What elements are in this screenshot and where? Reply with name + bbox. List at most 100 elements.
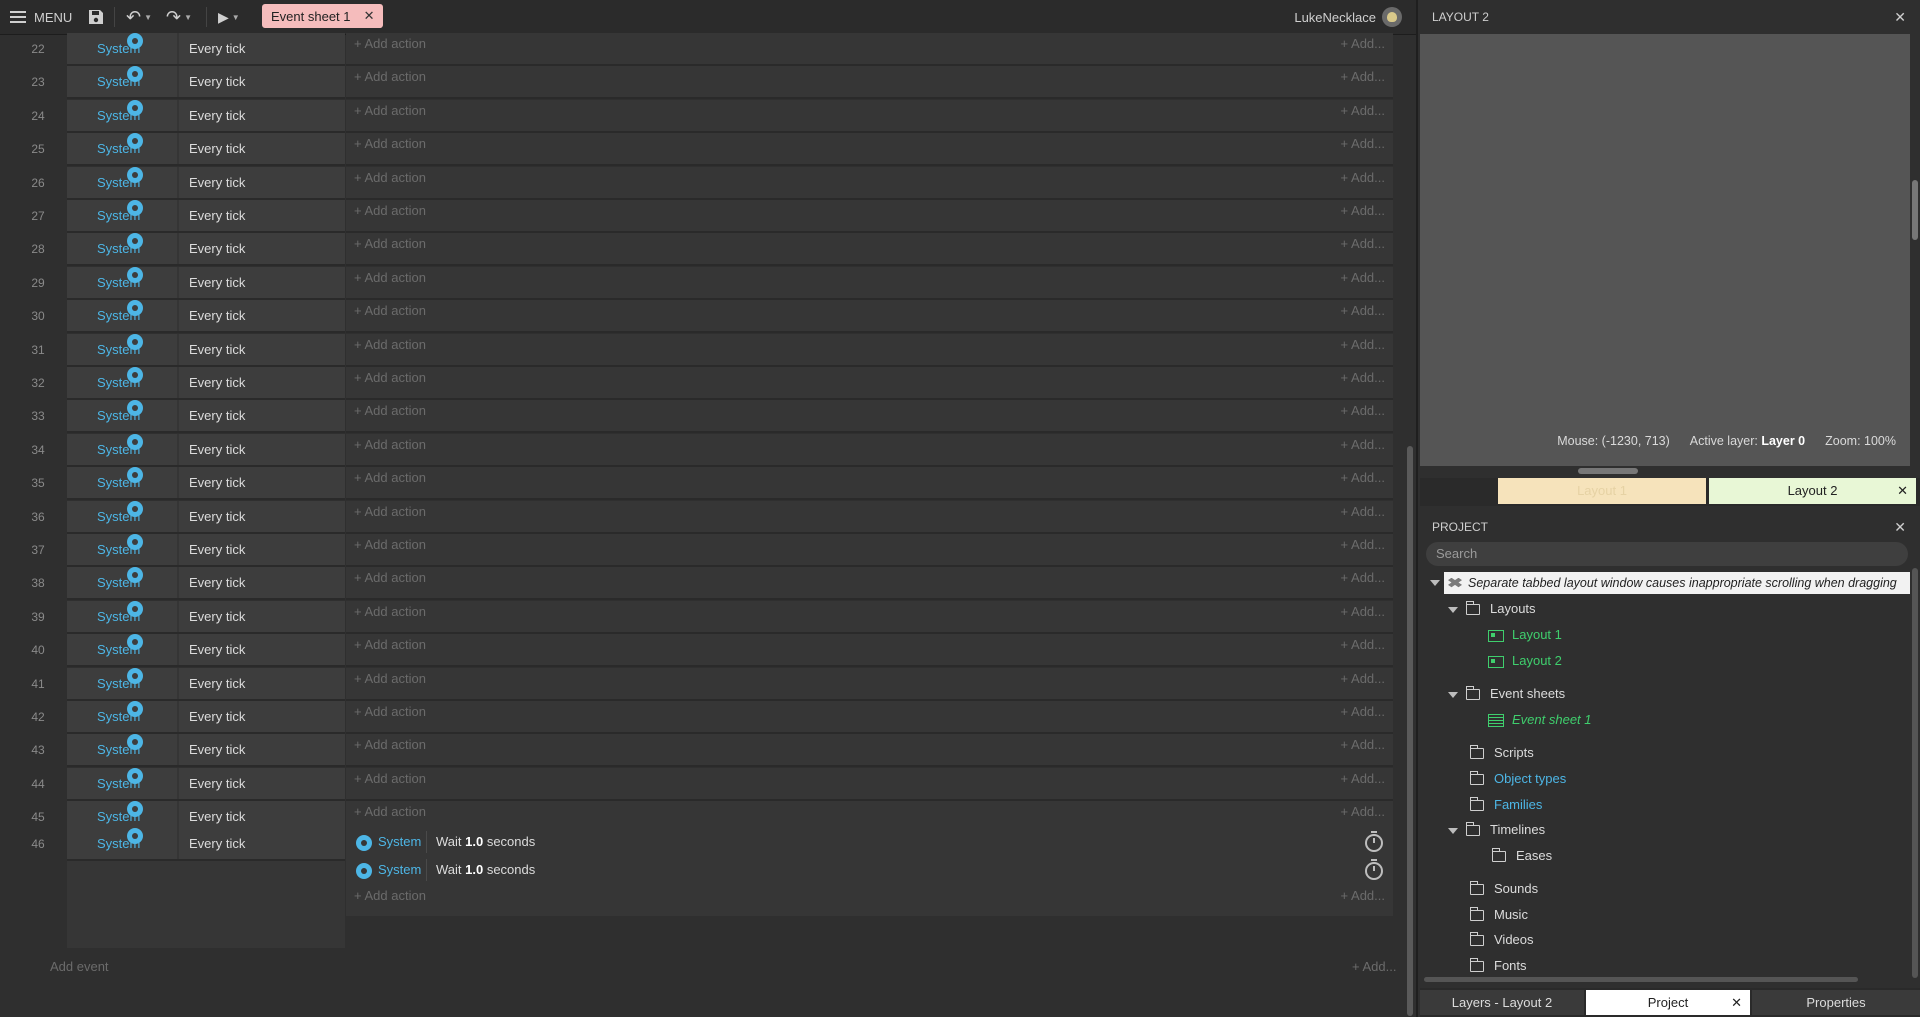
add-action-link[interactable]: + Add action: [354, 66, 426, 88]
event-row[interactable]: 35 System Every tick + Add action + Add...: [0, 467, 1395, 501]
event-row[interactable]: 41 System Every tick + Add action + Add...: [0, 667, 1395, 701]
condition[interactable]: System Every tick: [67, 233, 345, 267]
condition-text[interactable]: Every tick: [189, 501, 245, 532]
preview-dropdown-icon[interactable]: ▼: [232, 13, 240, 22]
add-action-link[interactable]: + Add action: [354, 200, 426, 222]
folder-videos[interactable]: Videos: [1469, 929, 1534, 951]
add-more-link[interactable]: + Add...: [1341, 66, 1385, 88]
add-more-link[interactable]: + Add...: [1341, 367, 1385, 389]
actions-area[interactable]: + Add action + Add...: [346, 534, 1393, 567]
add-action-link[interactable]: + Add action: [354, 768, 426, 790]
actions-area[interactable]: + Add action + Add...: [346, 66, 1393, 100]
add-more-link[interactable]: + Add...: [1341, 884, 1385, 908]
condition[interactable]: System Every tick: [67, 33, 345, 66]
add-action-link[interactable]: + Add action: [354, 467, 426, 489]
project-horizontal-scrollbar[interactable]: [1424, 977, 1858, 982]
folder-fonts[interactable]: Fonts: [1469, 955, 1527, 977]
condition-text[interactable]: Every tick: [189, 828, 245, 859]
condition-text[interactable]: Every tick: [189, 567, 245, 598]
tab-layers[interactable]: Layers - Layout 2: [1420, 990, 1584, 1015]
condition-text[interactable]: Every tick: [189, 734, 245, 765]
condition-object[interactable]: System: [97, 734, 143, 765]
condition-object[interactable]: System: [97, 828, 143, 859]
add-action-link[interactable]: + Add action: [354, 400, 426, 422]
add-more-link[interactable]: + Add...: [1341, 801, 1385, 823]
event-sheet-scrollbar[interactable]: [1407, 446, 1413, 1016]
condition-text[interactable]: Every tick: [189, 334, 245, 365]
preview-button[interactable]: ▶ ▼: [218, 0, 240, 34]
condition[interactable]: System Every tick: [67, 99, 345, 133]
add-more-link[interactable]: + Add...: [1341, 534, 1385, 556]
add-action-link[interactable]: + Add action: [354, 167, 426, 189]
tab-event-sheet-1[interactable]: Event sheet 1 ✕: [262, 4, 383, 28]
condition-object[interactable]: System: [97, 266, 143, 298]
condition-object[interactable]: System: [97, 767, 143, 799]
actions-area[interactable]: + Add action + Add...: [346, 266, 1393, 300]
add-more-link[interactable]: + Add...: [1341, 100, 1385, 122]
condition-text[interactable]: Every tick: [189, 300, 245, 331]
project-root[interactable]: Separate tabbed layout window causes ina…: [1444, 572, 1910, 594]
condition-object[interactable]: System: [97, 600, 143, 632]
add-action-link[interactable]: + Add action: [354, 884, 426, 908]
actions-area[interactable]: + Add action + Add...: [346, 500, 1393, 534]
condition-text[interactable]: Every tick: [189, 701, 245, 732]
condition[interactable]: System Every tick: [67, 367, 345, 400]
condition[interactable]: System Every tick: [67, 634, 345, 668]
condition-text[interactable]: Every tick: [189, 200, 245, 231]
condition-object[interactable]: System: [97, 400, 143, 431]
event-row[interactable]: 24 System Every tick + Add action + Add...: [0, 99, 1395, 133]
actions-area[interactable]: + Add action + Add...: [346, 200, 1393, 233]
add-more-link[interactable]: + Add...: [1341, 300, 1385, 322]
close-icon[interactable]: ✕: [1894, 0, 1906, 34]
tab-layout-1[interactable]: Layout 1: [1498, 478, 1706, 504]
condition-text[interactable]: Every tick: [189, 434, 245, 465]
action-text[interactable]: Wait 1.0 seconds: [436, 828, 535, 856]
condition-object[interactable]: System: [97, 300, 143, 331]
event-row[interactable]: 23 System Every tick + Add action + Add...: [0, 66, 1395, 100]
condition-text[interactable]: Every tick: [189, 768, 245, 799]
condition-object[interactable]: System: [97, 367, 143, 398]
add-action-link[interactable]: + Add action: [354, 367, 426, 389]
condition-text[interactable]: Every tick: [189, 534, 245, 565]
condition-object[interactable]: System: [97, 333, 143, 365]
condition[interactable]: System Every tick: [67, 133, 345, 167]
condition-object[interactable]: System: [97, 200, 143, 231]
actions-area[interactable]: + Add action + Add...: [346, 99, 1393, 133]
condition-text[interactable]: Every tick: [189, 66, 245, 97]
condition-object[interactable]: System: [97, 66, 143, 97]
actions-area[interactable]: + Add action + Add...: [346, 600, 1393, 634]
add-more-link[interactable]: + Add...: [1341, 467, 1385, 489]
add-more-link[interactable]: + Add...: [1341, 33, 1385, 55]
add-action-link[interactable]: + Add action: [354, 33, 426, 55]
add-more-link[interactable]: + Add...: [1341, 501, 1385, 523]
action-text[interactable]: Wait 1.0 seconds: [436, 856, 535, 884]
add-more-link[interactable]: + Add...: [1341, 734, 1385, 756]
action-row[interactable]: System Wait 1.0 seconds: [346, 856, 1393, 884]
expand-arrow-icon[interactable]: [1448, 691, 1458, 698]
event-row[interactable]: 28 System Every tick + Add action + Add...: [0, 233, 1395, 267]
event-row[interactable]: 29 System Every tick + Add action + Add...: [0, 266, 1395, 300]
condition[interactable]: System Every tick: [67, 667, 345, 701]
condition[interactable]: System Every tick: [67, 534, 345, 567]
condition[interactable]: System Every tick: [67, 300, 345, 334]
event-row[interactable]: 38 System Every tick + Add action + Add...: [0, 567, 1395, 601]
action-row[interactable]: System Wait 1.0 seconds: [346, 828, 1393, 856]
action-object[interactable]: System: [356, 856, 421, 884]
condition-text[interactable]: Every tick: [189, 400, 245, 431]
condition-text[interactable]: Every tick: [189, 668, 245, 699]
project-vertical-scrollbar[interactable]: [1912, 568, 1918, 978]
add-action-link[interactable]: + Add action: [354, 100, 426, 122]
add-action-link[interactable]: + Add action: [354, 734, 426, 756]
layout-canvas[interactable]: [1420, 34, 1910, 466]
canvas-vertical-scrollbar[interactable]: [1912, 180, 1918, 240]
actions-area[interactable]: + Add action + Add...: [346, 233, 1393, 267]
condition[interactable]: System Every tick: [67, 266, 345, 300]
search-input[interactable]: Search: [1426, 542, 1908, 566]
actions-area[interactable]: + Add action + Add...: [346, 667, 1393, 701]
event-row[interactable]: 33 System Every tick + Add action + Add...: [0, 400, 1395, 434]
condition-text[interactable]: Every tick: [189, 167, 245, 198]
undo-dropdown-icon[interactable]: ▼: [144, 13, 152, 22]
condition-object[interactable]: System: [97, 500, 143, 532]
folder-music[interactable]: Music: [1469, 904, 1528, 926]
actions-area[interactable]: + Add action + Add...: [346, 33, 1393, 66]
